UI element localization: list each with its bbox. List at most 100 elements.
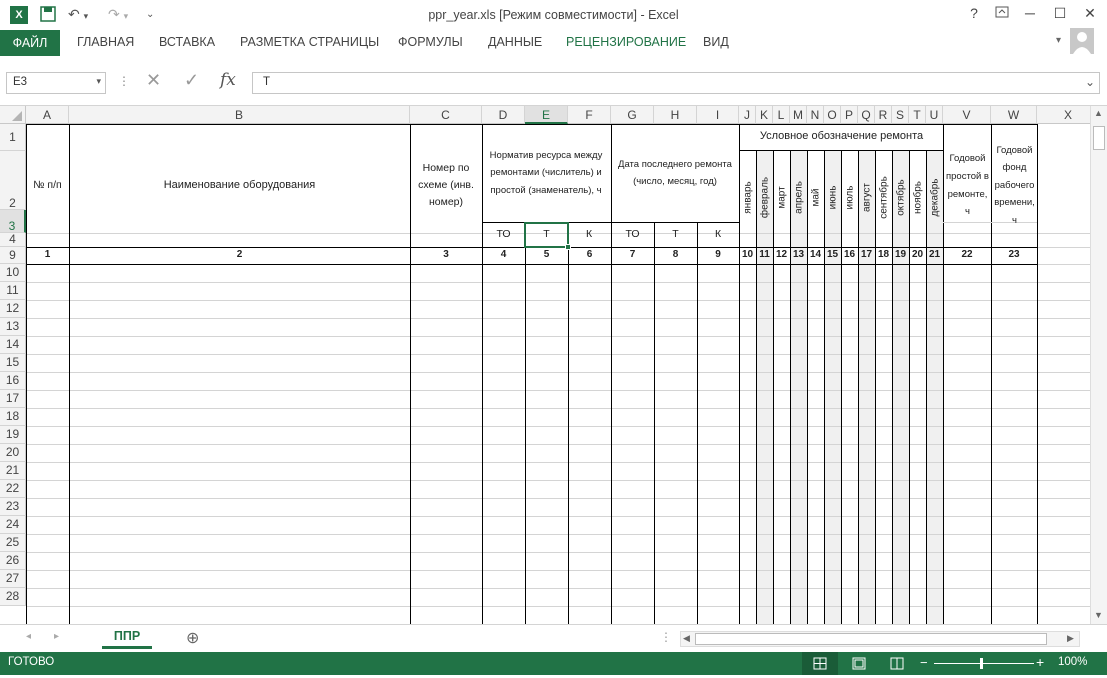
row-header-24[interactable]: 24 — [0, 516, 26, 534]
column-header-b[interactable]: B — [69, 106, 410, 124]
page-layout-view-icon[interactable] — [852, 657, 866, 673]
column-header-f[interactable]: F — [568, 106, 611, 124]
row-header-18[interactable]: 18 — [0, 408, 26, 426]
column-header-m[interactable]: M — [790, 106, 807, 124]
row-header-25[interactable]: 25 — [0, 534, 26, 552]
tab-home[interactable]: ГЛАВНАЯ — [77, 35, 134, 49]
column-header-w[interactable]: W — [991, 106, 1037, 124]
row-header-13[interactable]: 13 — [0, 318, 26, 336]
row-header-19[interactable]: 19 — [0, 426, 26, 444]
scroll-right-icon[interactable]: ▶ — [1067, 633, 1074, 644]
row-header-12[interactable]: 12 — [0, 300, 26, 318]
header-col-w: Годовой фонд рабочего времени, ч — [994, 144, 1035, 226]
row-header-9[interactable]: 9 — [0, 247, 26, 264]
row-header-28[interactable]: 28 — [0, 588, 26, 606]
row-header-3[interactable]: 3 — [0, 210, 26, 233]
row-header-22[interactable]: 22 — [0, 480, 26, 498]
collapse-ribbon-icon[interactable]: ▾ — [1056, 35, 1061, 46]
enter-icon[interactable]: ✓ — [184, 70, 199, 91]
row-header-10[interactable]: 10 — [0, 264, 26, 282]
column-header-j[interactable]: J — [739, 106, 756, 124]
active-cell[interactable] — [524, 222, 569, 248]
column-header-q[interactable]: Q — [858, 106, 875, 124]
column-header-t[interactable]: T — [909, 106, 926, 124]
tab-file[interactable]: ФАЙЛ — [0, 30, 60, 56]
sheet-tab-ppr[interactable]: ППР — [102, 625, 152, 649]
column-header-n[interactable]: N — [807, 106, 824, 124]
column-header-i[interactable]: I — [697, 106, 739, 124]
maximize-button[interactable]: ☐ — [1050, 5, 1070, 22]
select-all-corner[interactable] — [0, 106, 26, 124]
help-button[interactable]: ? — [964, 5, 984, 21]
zoom-slider-thumb[interactable] — [980, 658, 983, 669]
avatar[interactable] — [1070, 28, 1094, 54]
row-header-16[interactable]: 16 — [0, 372, 26, 390]
vertical-scrollbar[interactable]: ▲ ▼ — [1090, 106, 1107, 624]
tab-view[interactable]: ВИД — [703, 35, 729, 49]
minimize-button[interactable]: ─ — [1020, 5, 1040, 21]
column-header-v[interactable]: V — [943, 106, 991, 124]
insert-function-icon[interactable]: fx — [220, 70, 236, 90]
column-header-c[interactable]: C — [410, 106, 482, 124]
tab-data[interactable]: ДАННЫЕ — [488, 35, 542, 49]
new-sheet-button[interactable]: ⊕ — [186, 628, 199, 648]
formula-input[interactable]: Т ⌄ — [252, 72, 1100, 94]
tab-formulas[interactable]: ФОРМУЛЫ — [398, 35, 463, 49]
cancel-icon[interactable]: ✕ — [146, 70, 161, 91]
name-box[interactable]: E3 ▾ — [6, 72, 106, 94]
column-number-5: 5 — [543, 249, 550, 260]
row-header-4[interactable]: 4 — [0, 233, 26, 247]
column-header-k[interactable]: K — [756, 106, 773, 124]
column-header-o[interactable]: O — [824, 106, 841, 124]
tab-review[interactable]: РЕЦЕНЗИРОВАНИЕ — [566, 35, 686, 49]
column-header-l[interactable]: L — [773, 106, 790, 124]
zoom-level[interactable]: 100% — [1058, 656, 1087, 668]
column-header-a[interactable]: A — [26, 106, 69, 124]
scroll-left-icon[interactable]: ◀ — [683, 633, 690, 644]
next-sheet-icon[interactable]: ▸ — [54, 631, 59, 642]
row-header-15[interactable]: 15 — [0, 354, 26, 372]
tab-split-icon[interactable]: ⋮ — [660, 630, 672, 644]
gridline — [26, 480, 1090, 481]
row-header-20[interactable]: 20 — [0, 444, 26, 462]
tab-insert[interactable]: ВСТАВКА — [159, 35, 215, 49]
row-header-27[interactable]: 27 — [0, 570, 26, 588]
tab-page-layout[interactable]: РАЗМЕТКА СТРАНИЦЫ — [240, 35, 379, 49]
prev-sheet-icon[interactable]: ◂ — [26, 631, 31, 642]
column-header-r[interactable]: R — [875, 106, 892, 124]
zoom-out-icon[interactable]: − — [920, 655, 928, 670]
row-header-21[interactable]: 21 — [0, 462, 26, 480]
h-scroll-thumb[interactable] — [695, 633, 1047, 645]
scroll-down-icon[interactable]: ▼ — [1094, 610, 1103, 620]
row-header-26[interactable]: 26 — [0, 552, 26, 570]
row-header-1[interactable]: 1 — [0, 124, 26, 151]
row-header-17[interactable]: 17 — [0, 390, 26, 408]
horizontal-scrollbar[interactable]: ◀ ▶ — [680, 631, 1080, 647]
scroll-up-icon[interactable]: ▲ — [1094, 108, 1103, 118]
row-header-11[interactable]: 11 — [0, 282, 26, 300]
normal-view-icon[interactable] — [802, 652, 838, 675]
column-header-s[interactable]: S — [892, 106, 909, 124]
column-header-u[interactable]: U — [926, 106, 943, 124]
row-header-14[interactable]: 14 — [0, 336, 26, 354]
chevron-down-icon[interactable]: ▾ — [96, 76, 101, 87]
expand-formula-bar-icon[interactable]: ⌄ — [1085, 75, 1095, 89]
zoom-in-icon[interactable]: + — [1036, 654, 1044, 670]
zoom-slider[interactable] — [934, 663, 1034, 664]
worksheet-grid[interactable]: ABCDEFGHIJKLMNOPQRSTUVWX 1 2 3 4 9 10 11 12 13 14… — [0, 106, 1090, 624]
close-button[interactable]: ✕ — [1080, 5, 1100, 22]
column-header-d[interactable]: D — [482, 106, 525, 124]
ribbon-display-options-icon[interactable] — [992, 5, 1012, 21]
row-header-2[interactable]: 2 — [0, 151, 26, 210]
column-header-g[interactable]: G — [611, 106, 654, 124]
scroll-thumb[interactable] — [1093, 126, 1105, 150]
column-header-x[interactable]: X — [1037, 106, 1090, 124]
column-header-p[interactable]: P — [841, 106, 858, 124]
column-header-e[interactable]: E — [525, 106, 568, 124]
more-options-icon[interactable]: ⋮ — [118, 74, 130, 88]
fill-handle[interactable] — [565, 244, 571, 250]
column-header-h[interactable]: H — [654, 106, 697, 124]
page-break-view-icon[interactable] — [890, 657, 904, 673]
row-header-23[interactable]: 23 — [0, 498, 26, 516]
column-number-18: 18 — [877, 249, 890, 260]
